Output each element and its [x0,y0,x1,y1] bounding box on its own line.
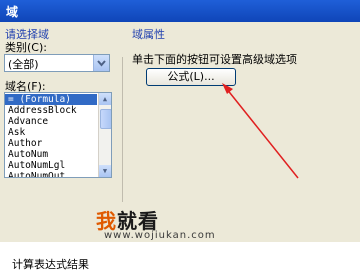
watermark-url: www.wojiukan.com [104,230,216,241]
